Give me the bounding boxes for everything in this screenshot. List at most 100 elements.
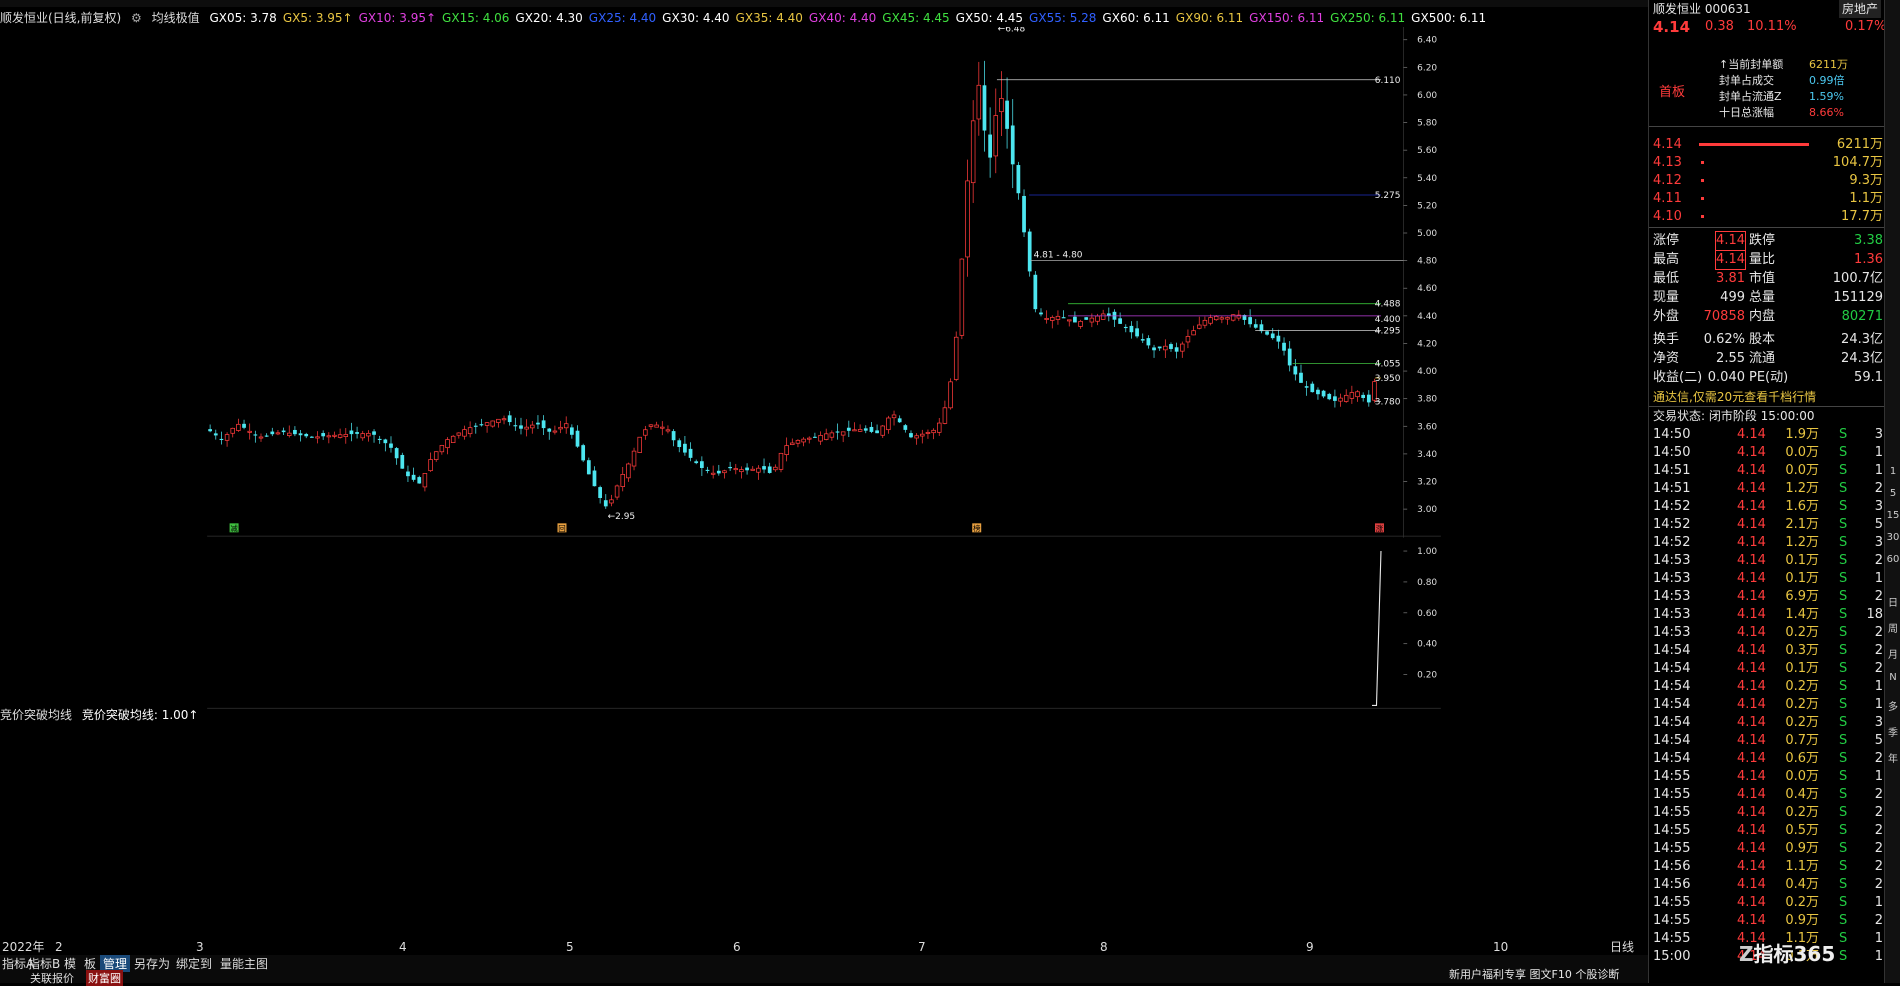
candle-down: [1270, 333, 1275, 339]
period-option[interactable]: N: [1886, 672, 1900, 683]
quote-row: 最低 3.81 市值 100.7亿: [1649, 270, 1885, 288]
ma-value: GX20: 4.30: [515, 11, 583, 25]
candle-down: [909, 433, 913, 438]
candle-down: [1118, 318, 1122, 324]
level-label: 4.400: [1375, 315, 1401, 325]
toolbar-tab[interactable]: 绑定到: [176, 955, 212, 972]
candle-down: [242, 423, 246, 428]
date-label: 2022年: [2, 940, 45, 954]
candle-down: [417, 477, 422, 484]
quote-key: 换手: [1653, 332, 1680, 347]
candle-down: [1304, 386, 1309, 388]
ma-value: GX15: 4.06: [442, 11, 510, 25]
period-option[interactable]: 周: [1886, 620, 1900, 635]
price-chart[interactable]: 6.40 6.20 6.00 5.80 5.60 5.40 5.20 5.00 4.80 4.60…: [0, 27, 1648, 709]
toolbar-tab-secondary[interactable]: 关联报价: [30, 970, 74, 986]
toolbar-tab[interactable]: 量能主图: [220, 955, 268, 972]
trade-status: 交易状态: 闭市阶段 15:00:00: [1653, 409, 1815, 423]
toolbar-tab-secondary[interactable]: 财富圈: [86, 970, 123, 986]
divider: [1649, 227, 1885, 228]
tick-time: 14:52: [1653, 535, 1691, 550]
price-tick-label: 4.40: [1417, 312, 1437, 322]
candle-up: [959, 258, 965, 336]
tick-price: 4.14: [1737, 751, 1766, 766]
period-option[interactable]: 30: [1886, 532, 1900, 543]
candle-up: [840, 431, 846, 436]
tick-volume: 0.1万: [1785, 571, 1819, 586]
tick-side: S: [1839, 913, 1848, 928]
price-tick-label: 3.40: [1417, 450, 1437, 460]
candle-down: [683, 443, 687, 453]
tick-count: 2: [1874, 823, 1883, 838]
candle-down: [1299, 372, 1303, 383]
price-tick-label: 3.80: [1417, 395, 1437, 405]
candle-up: [1343, 394, 1349, 402]
level-label: 4.055: [1375, 359, 1401, 369]
period-option[interactable]: 1: [1886, 466, 1900, 477]
chart-title: 顺发恒业(日线,前复权): [0, 11, 122, 25]
period-option[interactable]: 15: [1886, 510, 1900, 521]
period-option[interactable]: 季: [1886, 724, 1900, 739]
quote-key: PE(动): [1749, 370, 1789, 385]
date-axis: 2022年 2 3 4 5 6 7 8 9 10 日线: [2, 940, 1634, 954]
period-option[interactable]: 5: [1886, 488, 1900, 499]
candle-down: [473, 425, 478, 427]
candle-up: [665, 429, 671, 432]
tick-volume: 0.1万: [1785, 553, 1819, 568]
period-option[interactable]: 月: [1886, 646, 1900, 661]
tick-price: 4.14: [1737, 571, 1766, 586]
notice-link[interactable]: 通达信,仅需20元查看千档行情: [1653, 388, 1816, 406]
tick-price: 4.14: [1737, 553, 1766, 568]
tick-price: 4.14: [1737, 481, 1766, 496]
period-option[interactable]: 60: [1886, 554, 1900, 565]
tick-side: S: [1839, 643, 1848, 658]
candle-up: [631, 450, 637, 467]
candle-down: [1039, 312, 1043, 315]
tick-price: 4.14: [1737, 499, 1766, 514]
price-tick-label: 3.20: [1417, 477, 1437, 487]
chart-bg: [207, 27, 1441, 538]
period-option[interactable]: 年: [1886, 750, 1900, 765]
notice-row: 通达信,仅需20元查看千档行情: [1649, 388, 1885, 406]
tick-volume: 0.7万: [1785, 733, 1819, 748]
period-option[interactable]: 多: [1886, 698, 1900, 713]
order-price: 4.11: [1653, 191, 1682, 206]
candle-up: [456, 432, 462, 436]
candle-down: [321, 433, 326, 437]
candle-down: [253, 434, 258, 436]
tick-time: 14:55: [1653, 841, 1691, 856]
toolbar-tab[interactable]: 另存为: [134, 955, 170, 972]
candle-down: [513, 425, 518, 427]
price-tick-label: 4.00: [1417, 367, 1437, 377]
footer-link[interactable]: 新用户福利专享 图文F10 个股诊断: [1449, 966, 1619, 984]
footer: 新用户福利专享 图文F10 个股诊断: [1449, 966, 1885, 984]
tick-time: 14:51: [1653, 463, 1691, 478]
candle-up: [490, 420, 495, 427]
period-label[interactable]: 日线: [1610, 940, 1634, 954]
candle-down: [1157, 346, 1162, 349]
order-bar: [1701, 197, 1704, 200]
tick-count: 3: [1874, 715, 1883, 730]
candle-up: [953, 336, 959, 380]
tick-volume: 2.1万: [1785, 517, 1819, 532]
candle-down: [982, 85, 987, 131]
price-tick-label: 6.20: [1417, 63, 1437, 73]
tick-row: 14:53 4.14 0.1万 S 2: [1649, 552, 1885, 570]
candle-down: [219, 438, 224, 441]
candle-up: [993, 115, 999, 157]
level-label: 4.295: [1375, 326, 1401, 336]
candle-up: [467, 427, 473, 435]
settings-icon[interactable]: ⚙: [131, 11, 142, 25]
tick-row: 14:55 4.14 0.5万 S 2: [1649, 822, 1885, 840]
tick-row: 14:54 4.14 0.2万 S 1: [1649, 696, 1885, 714]
candle-down: [1152, 347, 1156, 351]
candle-down: [762, 466, 766, 470]
sub-indicator-bar: 竞价突破均线 竞价突破均线: 1.00↑: [0, 706, 198, 724]
tick-row: 14:50 4.14 0.0万 S 1: [1649, 444, 1885, 462]
tick-volume: 6.9万: [1785, 589, 1819, 604]
period-option[interactable]: 日: [1886, 594, 1900, 609]
tick-volume: 0.6万: [1785, 751, 1819, 766]
candle-down: [1140, 339, 1145, 341]
candle-up: [445, 439, 450, 449]
sector-button[interactable]: 房地产: [1839, 0, 1882, 18]
